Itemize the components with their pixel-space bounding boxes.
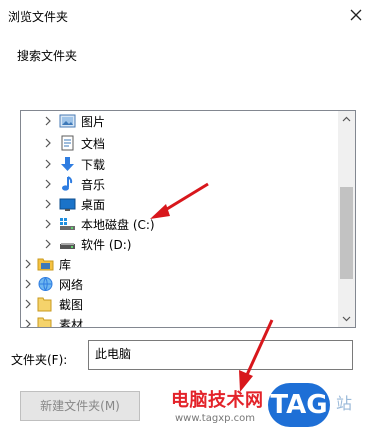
watermark-brand: 电脑技术网 xyxy=(171,390,264,411)
chevron-right-icon[interactable] xyxy=(43,199,53,209)
chevron-right-icon[interactable] xyxy=(43,159,53,169)
chevron-right-icon[interactable] xyxy=(43,116,53,126)
browse-folder-dialog: 浏览文件夹 搜索文件夹 图片 文档 下载 音乐 桌面 本地磁盘 (C:) 软件 … xyxy=(0,0,373,440)
dialog-instruction: 搜索文件夹 xyxy=(17,49,78,63)
tree-item-label: 素材 xyxy=(59,318,84,327)
chevron-right-icon[interactable] xyxy=(23,279,33,289)
folder-input[interactable]: 此电脑 xyxy=(88,340,353,370)
tree-item-label: 本地磁盘 (C:) xyxy=(81,218,155,232)
library-folder-icon xyxy=(37,258,54,271)
chevron-up-icon xyxy=(342,116,351,122)
desktop-folder-icon xyxy=(59,198,76,211)
tree-item-label: 桌面 xyxy=(81,198,106,212)
chevron-down-icon xyxy=(342,316,351,322)
tree-item-label: 截图 xyxy=(59,298,84,312)
tree-item-downloads[interactable]: 下载 xyxy=(21,154,339,174)
tree-item-pictures[interactable]: 图片 xyxy=(21,111,339,131)
drive-icon xyxy=(60,243,75,249)
scroll-thumb[interactable] xyxy=(340,187,353,279)
windows-drive-icon xyxy=(60,218,75,230)
tree-item-label: 音乐 xyxy=(81,178,106,192)
vertical-scrollbar[interactable] xyxy=(338,111,355,327)
tree-item-materials[interactable]: 素材 xyxy=(21,314,339,327)
chevron-right-icon[interactable] xyxy=(43,179,53,189)
scroll-up-button[interactable] xyxy=(338,111,355,128)
downloads-arrow-icon xyxy=(61,157,74,171)
tree-item-music[interactable]: 音乐 xyxy=(21,174,339,194)
tree-item-local-disk-c[interactable]: 本地磁盘 (C:) xyxy=(21,214,339,234)
folder-field-label: 文件夹(F): xyxy=(11,353,68,367)
chevron-right-icon[interactable] xyxy=(43,219,53,229)
tree-item-software-d[interactable]: 软件 (D:) xyxy=(21,234,339,254)
chevron-right-icon[interactable] xyxy=(23,299,33,309)
watermark-faint-text: 站 xyxy=(336,394,353,413)
folder-tree-items: 图片 文档 下载 音乐 桌面 本地磁盘 (C:) 软件 (D:) 库 网络 截图… xyxy=(21,111,339,327)
tree-item-label: 软件 (D:) xyxy=(81,238,132,252)
music-note-icon xyxy=(62,176,73,191)
scroll-down-button[interactable] xyxy=(338,310,355,327)
close-button[interactable] xyxy=(345,4,367,26)
title-bar: 浏览文件夹 xyxy=(0,0,373,32)
tree-item-label: 库 xyxy=(59,258,72,272)
close-icon xyxy=(350,9,362,21)
tree-item-screenshots[interactable]: 截图 xyxy=(21,294,339,314)
dialog-title: 浏览文件夹 xyxy=(8,10,69,24)
watermark-badge: TAG xyxy=(268,383,330,427)
folder-icon xyxy=(37,317,52,327)
tree-item-desktop[interactable]: 桌面 xyxy=(21,194,339,214)
chevron-right-icon[interactable] xyxy=(43,138,53,148)
pictures-folder-icon xyxy=(59,114,76,128)
tree-item-documents[interactable]: 文档 xyxy=(21,133,339,153)
chevron-right-icon[interactable] xyxy=(43,239,53,249)
network-icon xyxy=(38,277,53,291)
tree-item-label: 图片 xyxy=(81,115,106,129)
documents-folder-icon xyxy=(61,135,74,151)
chevron-right-icon[interactable] xyxy=(23,319,33,327)
new-folder-button[interactable]: 新建文件夹(M) xyxy=(20,391,140,421)
folder-icon xyxy=(37,297,52,312)
tree-item-network[interactable]: 网络 xyxy=(21,274,339,294)
tree-item-label: 文档 xyxy=(81,137,106,151)
folder-tree[interactable]: 图片 文档 下载 音乐 桌面 本地磁盘 (C:) 软件 (D:) 库 网络 截图… xyxy=(20,110,356,328)
tree-item-libraries[interactable]: 库 xyxy=(21,254,339,274)
chevron-right-icon[interactable] xyxy=(23,259,33,269)
tree-item-label: 下载 xyxy=(81,158,106,172)
tree-item-label: 网络 xyxy=(59,278,84,292)
watermark-url: www.tagxp.com xyxy=(175,413,255,424)
